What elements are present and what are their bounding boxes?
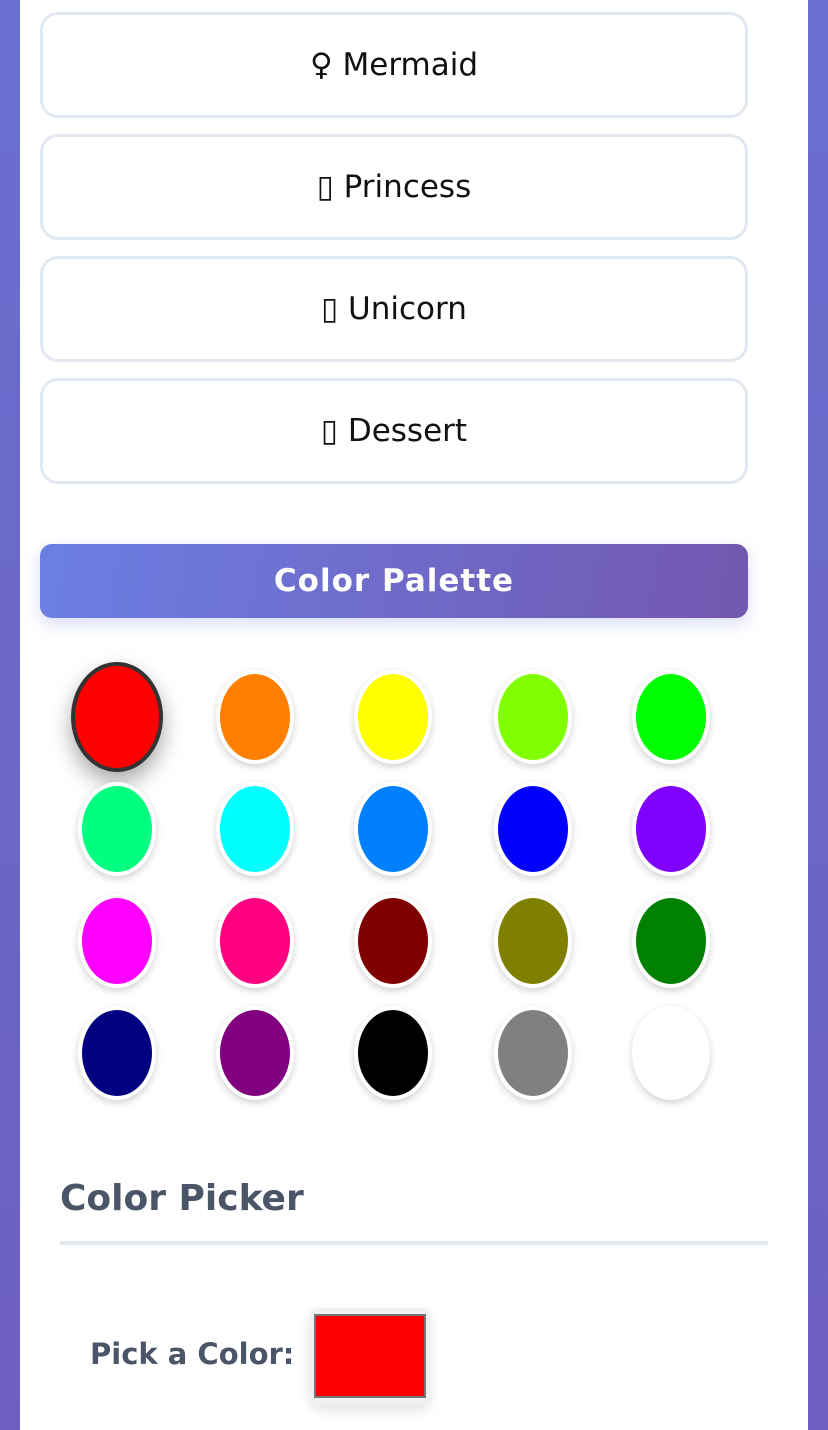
theme-button-unicorn[interactable]: ▯ Unicorn [40,256,748,362]
theme-label-mermaid: ‍♀ Mermaid [309,47,479,83]
color-swatch[interactable] [78,782,156,876]
color-swatch[interactable] [494,782,572,876]
color-swatch[interactable] [71,662,163,772]
color-picker-input[interactable] [314,1314,426,1398]
color-swatch[interactable] [632,782,710,876]
color-picker-frame [310,1308,430,1406]
divider [60,1241,768,1245]
color-swatch[interactable] [78,1006,156,1100]
color-swatch[interactable] [632,1006,710,1100]
color-swatch[interactable] [216,670,294,764]
color-swatch[interactable] [216,894,294,988]
color-swatch[interactable] [632,894,710,988]
color-swatch[interactable] [494,1006,572,1100]
theme-list: ‍♀ Mermaid ▯ Princess ▯ Unicorn ▯ Desser… [40,12,748,500]
color-palette-title: Color Palette [273,563,515,599]
theme-button-dessert[interactable]: ▯ Dessert [40,378,748,484]
color-swatch[interactable] [494,894,572,988]
theme-button-mermaid[interactable]: ‍♀ Mermaid [40,12,748,118]
color-swatch[interactable] [354,1006,432,1100]
theme-label-dessert: ▯ Dessert [320,413,468,449]
theme-button-princess[interactable]: ▯ Princess [40,134,748,240]
theme-label-unicorn: ▯ Unicorn [321,291,467,327]
color-swatch[interactable] [632,670,710,764]
color-swatch[interactable] [354,894,432,988]
color-picker-title: Color Picker [60,1178,304,1219]
color-swatch[interactable] [216,1006,294,1100]
color-swatch[interactable] [354,782,432,876]
theme-label-princess: ▯ Princess [316,169,472,205]
color-swatch[interactable] [78,894,156,988]
pick-color-label: Pick a Color: [90,1337,295,1371]
color-palette-header: Color Palette [40,544,748,618]
color-swatch[interactable] [494,670,572,764]
color-swatch[interactable] [354,670,432,764]
color-swatch[interactable] [216,782,294,876]
